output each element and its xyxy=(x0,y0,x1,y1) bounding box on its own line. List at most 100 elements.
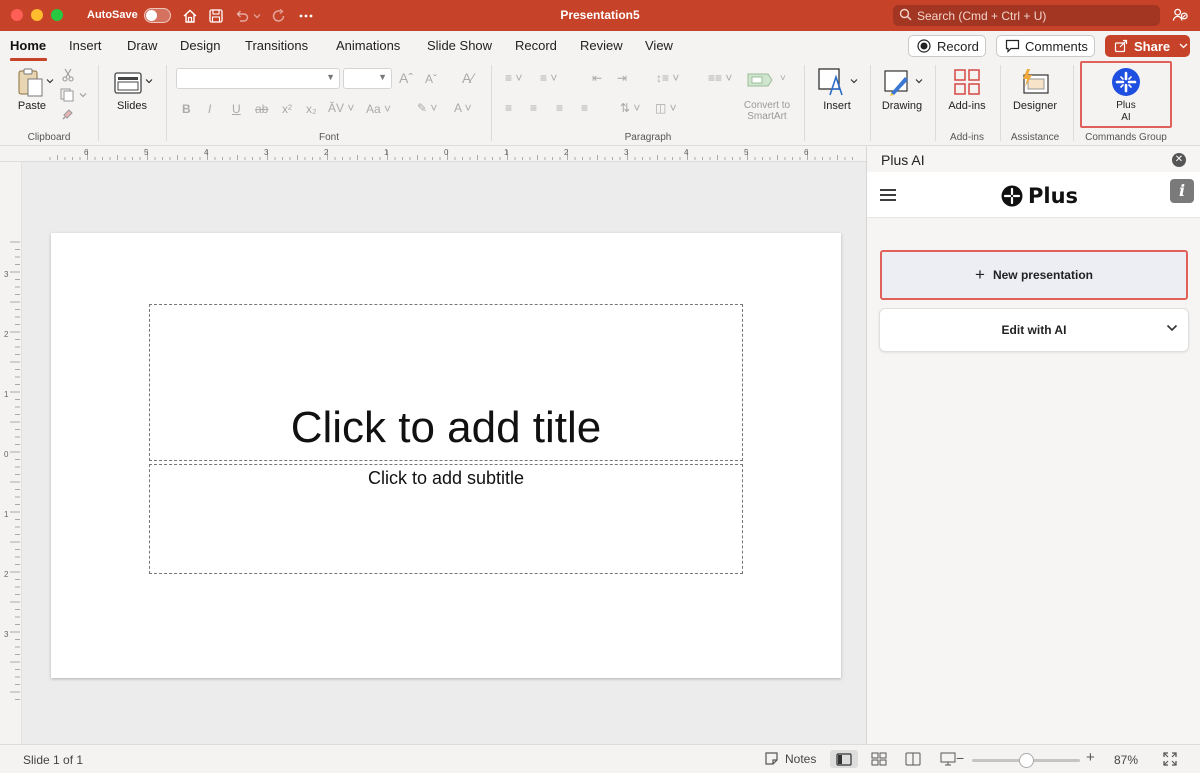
italic-icon[interactable]: I xyxy=(208,102,211,116)
subscript-icon[interactable]: x₂ xyxy=(306,102,317,116)
more-options-icon[interactable] xyxy=(297,7,314,24)
info-icon[interactable]: i xyxy=(1170,179,1194,203)
tab-record[interactable]: Record xyxy=(515,38,557,53)
underline-icon[interactable]: U xyxy=(232,102,241,116)
insert-dropdown-icon[interactable] xyxy=(850,77,858,85)
tab-view[interactable]: View xyxy=(645,38,673,53)
ruler-label: 1 xyxy=(4,390,9,399)
tab-draw[interactable]: Draw xyxy=(127,38,157,53)
subtitle-placeholder[interactable]: Click to add subtitle xyxy=(149,464,743,574)
share-icon xyxy=(1114,39,1128,53)
slide-count: Slide 1 of 1 xyxy=(23,753,84,767)
ruler-label: 1 xyxy=(384,148,389,157)
paste-dropdown-icon[interactable] xyxy=(46,77,54,85)
search-box[interactable] xyxy=(893,5,1160,26)
window-close-button[interactable] xyxy=(11,9,23,21)
account-share-icon[interactable] xyxy=(1172,6,1189,23)
tab-animations[interactable]: Animations xyxy=(336,38,400,53)
new-presentation-button[interactable]: + New presentation xyxy=(880,250,1188,300)
justify-icon[interactable]: ≡ xyxy=(581,101,588,115)
window-minimize-button[interactable] xyxy=(31,9,43,21)
slides-dropdown-icon[interactable] xyxy=(145,77,153,85)
add-ins-icon[interactable] xyxy=(951,66,983,98)
ribbon-separator xyxy=(870,65,871,141)
decrease-font-size-icon[interactable]: Aˇ xyxy=(425,72,437,86)
title-placeholder[interactable]: Click to add title xyxy=(149,304,743,461)
ribbon-separator xyxy=(166,65,167,141)
tab-slide-show[interactable]: Slide Show xyxy=(427,38,492,53)
zoom-in-button[interactable]: + xyxy=(1086,749,1095,766)
smartart-icon[interactable] xyxy=(745,69,775,91)
text-direction-icon[interactable]: ⇅ ˅ xyxy=(620,101,640,115)
window-maximize-button[interactable] xyxy=(51,9,63,21)
align-text-icon[interactable]: ◫ ˅ xyxy=(655,101,677,115)
superscript-icon[interactable]: x² xyxy=(282,102,292,116)
cut-icon[interactable] xyxy=(60,67,76,83)
new-slide-icon[interactable] xyxy=(112,69,144,97)
add-ins-group-label: Add-ins xyxy=(950,132,984,143)
designer-icon[interactable] xyxy=(1017,66,1051,98)
share-button[interactable]: Share xyxy=(1105,35,1190,57)
strikethrough-icon[interactable]: ab xyxy=(255,102,268,116)
autosave-toggle[interactable] xyxy=(144,8,171,23)
change-case-icon[interactable]: Aa ˅ xyxy=(366,102,391,116)
tab-review[interactable]: Review xyxy=(580,38,623,53)
font-size-select[interactable]: ▼ xyxy=(343,68,392,89)
highlight-color-icon[interactable]: ✎ ˅ xyxy=(417,101,437,115)
drawing-dropdown-icon[interactable] xyxy=(915,77,923,85)
paste-icon[interactable] xyxy=(14,67,48,99)
comments-button[interactable]: Comments xyxy=(996,35,1095,57)
home-icon[interactable] xyxy=(181,7,198,24)
clear-formatting-icon[interactable]: A∕ xyxy=(462,70,474,86)
align-center-icon[interactable]: ≡ xyxy=(530,101,537,115)
slide-sorter-view-icon[interactable] xyxy=(868,750,890,768)
fit-to-window-icon[interactable] xyxy=(1162,751,1178,770)
reading-view-icon[interactable] xyxy=(902,750,924,768)
numbering-icon[interactable]: ≡ ˅ xyxy=(540,71,557,85)
align-right-icon[interactable]: ≡ xyxy=(556,101,563,115)
increase-indent-icon[interactable]: ⇥ xyxy=(617,71,627,85)
undo-dropdown-icon[interactable] xyxy=(252,7,262,24)
search-input[interactable] xyxy=(917,8,1152,23)
close-icon[interactable]: ✕ xyxy=(1172,153,1186,167)
tab-design[interactable]: Design xyxy=(180,38,220,53)
character-spacing-icon[interactable]: ĂV ˅ xyxy=(328,101,354,115)
tab-insert[interactable]: Insert xyxy=(69,38,102,53)
zoom-out-button[interactable]: − xyxy=(956,750,964,766)
bold-icon[interactable]: B xyxy=(182,102,191,116)
tab-home[interactable]: Home xyxy=(10,38,46,53)
increase-font-size-icon[interactable]: Aˆ xyxy=(399,70,413,86)
columns-icon[interactable]: ≡≡ ˅ xyxy=(708,71,732,85)
smartart-dropdown-icon[interactable]: ˅ xyxy=(780,73,786,84)
record-icon xyxy=(917,39,931,53)
ruler-label: 2 xyxy=(564,148,569,157)
bullets-icon[interactable]: ≡ ˅ xyxy=(505,71,522,85)
undo-icon[interactable] xyxy=(233,7,250,24)
font-family-select[interactable]: ▼ xyxy=(176,68,340,89)
normal-view-icon[interactable] xyxy=(830,750,858,768)
ruler-label: 6 xyxy=(84,148,89,157)
drawing-icon[interactable] xyxy=(882,66,914,98)
plus-ai-button-highlight[interactable] xyxy=(1080,61,1172,128)
paragraph-group-label: Paragraph xyxy=(624,132,672,143)
save-icon[interactable] xyxy=(207,7,224,24)
notes-button[interactable]: Notes xyxy=(764,751,816,766)
hamburger-menu-icon[interactable] xyxy=(879,188,897,205)
slide[interactable]: Click to add title Click to add subtitle xyxy=(51,233,841,678)
line-spacing-icon[interactable]: ↕≡ ˅ xyxy=(656,71,679,85)
record-button[interactable]: Record xyxy=(908,35,986,57)
insert-shape-icon[interactable] xyxy=(816,66,848,98)
edit-with-ai-dropdown[interactable]: Edit with AI xyxy=(879,308,1189,352)
copy-icon[interactable] xyxy=(60,87,88,103)
zoom-slider-thumb[interactable] xyxy=(1018,753,1034,768)
zoom-level[interactable]: 87% xyxy=(1114,753,1138,767)
chevron-down-icon xyxy=(1166,321,1178,335)
tab-transitions[interactable]: Transitions xyxy=(245,38,308,53)
decrease-indent-icon[interactable]: ⇤ xyxy=(592,71,602,85)
font-color-icon[interactable]: A ˅ xyxy=(454,101,472,115)
redo-icon[interactable] xyxy=(270,7,287,24)
format-painter-icon[interactable] xyxy=(60,106,76,122)
ribbon-separator xyxy=(1000,65,1001,141)
align-left-icon[interactable]: ≡ xyxy=(505,101,512,115)
slide-canvas: Click to add title Click to add subtitle xyxy=(22,162,866,744)
